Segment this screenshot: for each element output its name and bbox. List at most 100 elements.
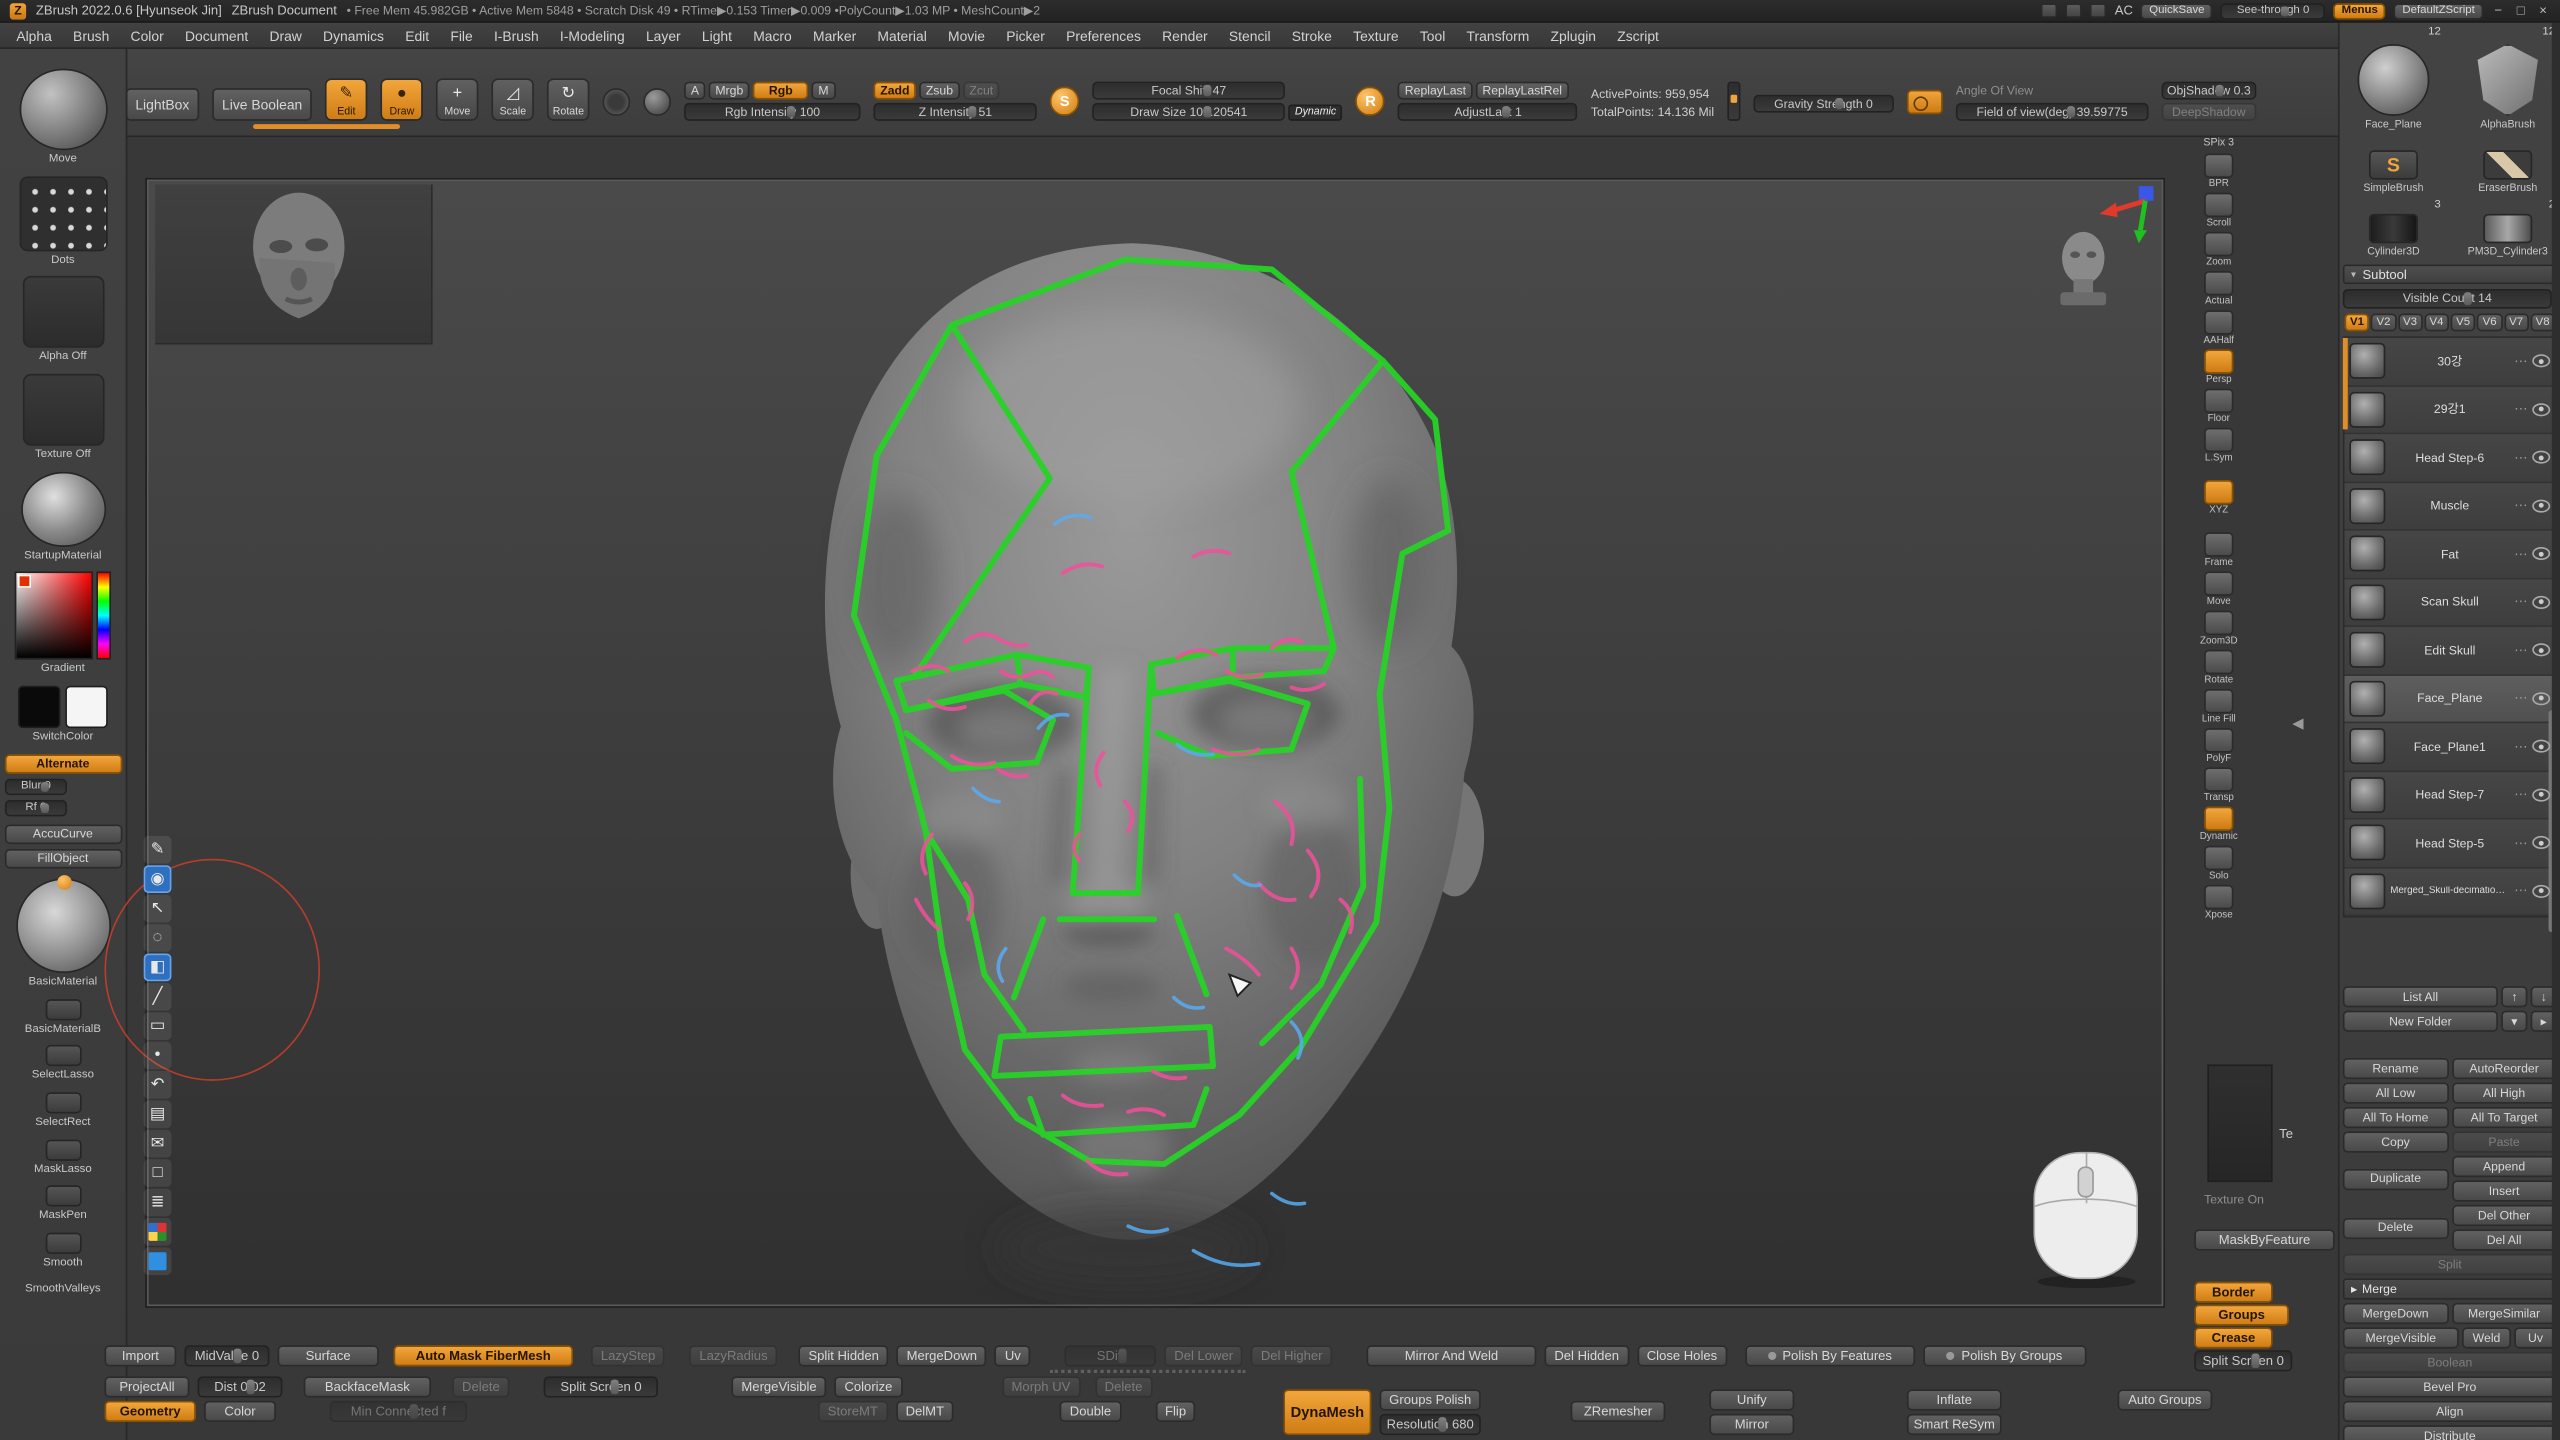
tray-button[interactable]: Split Screen 0 (544, 1376, 658, 1397)
saturation-value-square[interactable] (15, 572, 93, 660)
tray-button[interactable]: Morph UV (1002, 1376, 1080, 1397)
border-button[interactable]: Border (2194, 1282, 2272, 1303)
lasso-icon[interactable] (144, 924, 172, 952)
menu-item[interactable]: Dynamics (323, 27, 384, 43)
m-button[interactable]: M (812, 82, 835, 100)
zsub-button[interactable]: Zsub (919, 82, 959, 100)
tray-button[interactable]: Import (104, 1345, 176, 1366)
subtool-row[interactable]: Merged_Skull-decimation2_5 ⋯ (2344, 868, 2555, 916)
visibility-eye-icon[interactable] (2532, 740, 2550, 753)
gravity-strength-slider[interactable]: Gravity Strength 0 (1753, 95, 1893, 113)
delete-button[interactable]: Delete (2343, 1217, 2448, 1238)
rf-slider[interactable]: Rf 0 (5, 800, 67, 816)
copy-button[interactable]: Copy (2343, 1131, 2448, 1152)
polyframe-icon[interactable]: PolyF (2204, 728, 2233, 764)
tray-button[interactable]: Colorize (835, 1376, 902, 1397)
version-tab[interactable]: V4 (2424, 313, 2449, 331)
xpose-icon[interactable]: Xpose (2204, 885, 2233, 921)
tray-button[interactable]: SDiv (1065, 1345, 1156, 1366)
scroll-icon[interactable]: Scroll (2204, 193, 2233, 229)
mask-by-feature-button[interactable]: MaskByFeature (2194, 1229, 2334, 1250)
scale-button[interactable]: ◿Scale (492, 78, 534, 120)
tool-thumbnail[interactable]: SimpleBrush (2343, 136, 2444, 195)
move-button[interactable]: +Move (436, 78, 478, 120)
transparency-icon[interactable]: Transp (2204, 767, 2234, 803)
current-brush-thumbnail[interactable] (19, 69, 107, 151)
undo-icon[interactable] (144, 1071, 172, 1099)
pen-icon[interactable] (144, 836, 172, 864)
tray-button[interactable]: Polish By Groups (1923, 1345, 2086, 1366)
distribute-button[interactable]: Distribute (2343, 1425, 2557, 1440)
menu-item[interactable]: Layer (646, 27, 681, 43)
draw-size-slider[interactable]: Draw Size 108.20541 (1092, 103, 1285, 121)
weld-button[interactable]: Weld (2462, 1327, 2511, 1348)
rotate-3d-icon[interactable]: Rotate (2204, 650, 2233, 686)
alternate-button[interactable]: Alternate (4, 754, 122, 774)
menus-button[interactable]: Menus (2334, 2, 2387, 18)
chat-icon[interactable] (144, 1130, 172, 1158)
objshadow-slider[interactable]: ObjShadow 0.3 (2161, 82, 2256, 100)
solo-icon[interactable]: Solo (2204, 846, 2233, 882)
deepshadow-button[interactable]: DeepShadow (2161, 103, 2256, 121)
lsym-icon[interactable]: L.Sym (2204, 428, 2233, 464)
split-button[interactable]: Split (2343, 1254, 2557, 1275)
subtool-row[interactable]: Head Step-7 ⋯ (2344, 771, 2555, 819)
mrgb-button[interactable]: Mrgb (709, 82, 750, 100)
menu-item[interactable]: Macro (753, 27, 792, 43)
tray-button[interactable]: StoreMT (818, 1401, 888, 1422)
menu-item[interactable]: Zplugin (1551, 27, 1597, 43)
monitor-icon[interactable] (2066, 3, 2082, 18)
all-low-button[interactable]: All Low (2343, 1082, 2448, 1103)
focal-shift-slider[interactable]: Focal Shift 47 (1092, 82, 1285, 100)
list-all-button[interactable]: List All (2343, 986, 2498, 1007)
tray-button[interactable]: Double (1060, 1401, 1121, 1422)
camera-icon[interactable] (1907, 90, 1943, 114)
subtool-header[interactable]: ▾ Subtool (2343, 264, 2557, 284)
subtool-options-icon[interactable]: ⋯ (2514, 884, 2529, 899)
screen-icon[interactable] (144, 1159, 172, 1187)
subtool-options-icon[interactable]: ⋯ (2514, 547, 2529, 562)
menu-item[interactable]: Marker (813, 27, 856, 43)
menu-item[interactable]: Color (131, 27, 164, 43)
fold-down-icon[interactable]: ▾ (2501, 1011, 2527, 1032)
tray-button[interactable]: Polish By Features (1745, 1345, 1915, 1366)
del-all-button[interactable]: Del All (2451, 1229, 2556, 1250)
visibility-eye-icon[interactable] (2532, 355, 2550, 368)
mergedown-button[interactable]: MergeDown (2343, 1303, 2448, 1324)
tray-button[interactable]: Mirror And Weld (1367, 1345, 1537, 1366)
document-canvas[interactable] (147, 180, 2163, 1307)
live-boolean-button[interactable]: Live Boolean (212, 88, 312, 121)
version-tab[interactable]: V3 (2398, 313, 2423, 331)
mask-pen-thumbnail[interactable] (45, 1186, 81, 1207)
subtool-options-icon[interactable]: ⋯ (2514, 595, 2529, 610)
field-of-view-slider[interactable]: Field of view(deg) 39.59775 (1956, 103, 2149, 121)
subtool-row[interactable]: 29강1 ⋯ (2344, 386, 2555, 434)
menu-item[interactable]: Material (877, 27, 926, 43)
visibility-eye-icon[interactable] (2532, 596, 2550, 609)
subtool-row[interactable]: Head Step-5 ⋯ (2344, 820, 2555, 868)
menu-item[interactable]: Texture (1353, 27, 1399, 43)
stroke-thumbnail[interactable] (19, 176, 107, 251)
tray-button[interactable]: MergeVisible (732, 1376, 827, 1397)
persp-icon[interactable]: Persp (2204, 349, 2233, 385)
subtool-options-icon[interactable]: ⋯ (2514, 402, 2529, 417)
draw-button[interactable]: ●Draw (381, 78, 423, 120)
tray-button[interactable]: Delete (452, 1376, 509, 1397)
del-other-button[interactable]: Del Other (2451, 1205, 2556, 1226)
dynamesh-button[interactable]: DynaMesh (1283, 1389, 1371, 1435)
menu-item[interactable]: I-Brush (494, 27, 539, 43)
bucket-icon[interactable] (144, 953, 172, 981)
menu-item[interactable]: Alpha (16, 27, 52, 43)
rename-button[interactable]: Rename (2343, 1058, 2448, 1079)
subtool-row[interactable]: Face_Plane1 ⋯ (2344, 723, 2555, 771)
dot-icon[interactable] (144, 1042, 172, 1070)
menu-item[interactable]: Stencil (1229, 27, 1271, 43)
menu-item[interactable]: Transform (1467, 27, 1530, 43)
quicksave-button[interactable]: QuickSave (2141, 2, 2213, 18)
subtool-row[interactable]: Scan Skull ⋯ (2344, 579, 2555, 627)
alpha-thumbnail[interactable] (22, 277, 104, 349)
subtool-options-icon[interactable]: ⋯ (2514, 450, 2529, 465)
xyz-icon[interactable]: XYZ (2204, 480, 2233, 516)
texture-thumbnail[interactable] (22, 374, 104, 446)
split-screen-slider[interactable]: Split Screen 0 (2194, 1350, 2292, 1371)
